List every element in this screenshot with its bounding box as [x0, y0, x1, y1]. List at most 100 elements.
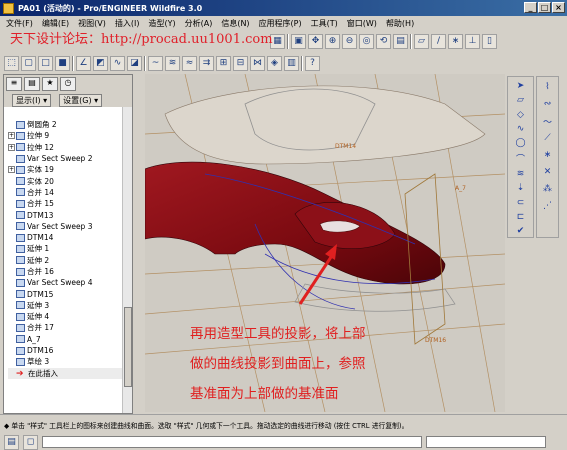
selection-icon[interactable]: ◻ [23, 434, 38, 450]
menu-info[interactable]: 信息(N) [221, 18, 249, 29]
check-ok-icon[interactable]: ✔ [513, 226, 529, 237]
expand-toggle-icon[interactable]: + [8, 166, 15, 174]
maximize-button[interactable]: □ [538, 2, 551, 13]
spin-center-icon[interactable]: ✥ [308, 33, 323, 49]
spline-icon[interactable]: ∾ [540, 97, 556, 111]
tree-item[interactable]: DTM16 [8, 345, 126, 356]
shading-icon[interactable]: ■ [55, 55, 70, 71]
curve-through-icon[interactable]: 〜 [540, 114, 556, 128]
internal-plane-icon[interactable]: ◇ [513, 109, 529, 120]
menu-help[interactable]: 帮助(H) [386, 18, 414, 29]
tree-item[interactable]: 延伸 1 [8, 243, 126, 254]
style-trim-icon[interactable]: ⊞ [216, 55, 231, 71]
wireframe-icon[interactable]: ⬚ [4, 55, 19, 71]
tree-item[interactable]: + 实体 19 [8, 164, 126, 175]
curve-icon[interactable]: ∿ [110, 55, 125, 71]
message-log-icon[interactable]: ▤ [4, 434, 19, 450]
menu-edit[interactable]: 编辑(E) [42, 18, 69, 29]
menu-style[interactable]: 造型(Y) [148, 18, 175, 29]
style-surface-icon[interactable]: ≋ [165, 55, 180, 71]
arc-icon[interactable]: ⌒ [513, 152, 529, 165]
expand-toggle-icon[interactable]: + [8, 143, 15, 151]
surface-icon[interactable]: ◩ [93, 55, 108, 71]
zoom-out-icon[interactable]: ⊖ [342, 33, 357, 49]
tree-item[interactable]: DTM13 [8, 209, 126, 220]
active-plane-icon[interactable]: ▱ [513, 94, 529, 105]
no-hidden-icon[interactable]: □ [38, 55, 53, 71]
tree-item[interactable]: 延伸 4 [8, 311, 126, 322]
menu-view[interactable]: 视图(V) [78, 18, 106, 29]
create-curve-icon[interactable]: ∿ [513, 123, 529, 134]
model-tree-tab-icon[interactable]: ≡ [6, 77, 22, 91]
style-connect-icon[interactable]: ⊟ [233, 55, 248, 71]
datum-axes-icon[interactable]: / [431, 33, 446, 49]
circle-icon[interactable]: ◯ [513, 138, 529, 149]
reorient-icon[interactable]: ⟲ [376, 33, 391, 49]
folder-tab-icon[interactable]: ▤ [24, 77, 40, 91]
expand-toggle-icon[interactable]: + [8, 132, 15, 140]
style-mirror-icon[interactable]: ⋈ [250, 55, 265, 71]
tree-item[interactable]: 实体 20 [8, 175, 126, 186]
cross-icon[interactable]: ✕ [540, 165, 556, 179]
menu-tools[interactable]: 工具(T) [311, 18, 338, 29]
tree-item[interactable]: Var Sect Sweep 3 [8, 221, 126, 232]
tree-item[interactable]: 倒圆角 2 [8, 119, 126, 130]
annotations-icon[interactable]: ▯ [482, 33, 497, 49]
tree-item[interactable]: 延伸 3 [8, 300, 126, 311]
tree-item[interactable]: Var Sect Sweep 4 [8, 277, 126, 288]
sketch-curve-right-icon[interactable]: ⌇ [540, 80, 556, 94]
tree-item[interactable]: 合并 15 [8, 198, 126, 209]
show-dropdown[interactable]: 显示(I) ▾ [12, 93, 52, 107]
tree-item[interactable]: 草绘 3 [8, 356, 126, 367]
refit-icon[interactable]: ◎ [359, 33, 374, 49]
cos-icon[interactable]: ⊂ [513, 197, 529, 208]
menu-insert[interactable]: 插入(I) [115, 18, 140, 29]
saved-views-icon[interactable]: ▤ [393, 33, 408, 49]
edit-curve-icon[interactable]: ≋ [513, 168, 529, 179]
style-analysis-icon[interactable]: ◈ [267, 55, 282, 71]
style-project-icon[interactable]: ⇉ [199, 55, 214, 71]
tree-scrollbar[interactable] [122, 107, 132, 413]
style-shade-icon[interactable]: ▥ [284, 55, 299, 71]
datum-icon[interactable]: ◪ [127, 55, 142, 71]
datum-planes-icon[interactable]: ▱ [414, 33, 429, 49]
tree-item[interactable]: + 拉伸 9 [8, 130, 126, 141]
point-icon[interactable]: ∗ [540, 148, 556, 162]
scrollbar-thumb[interactable] [124, 307, 132, 387]
menu-analysis[interactable]: 分析(A) [185, 18, 213, 29]
close-button[interactable]: × [552, 2, 565, 13]
datum-point-right-icon[interactable]: ⁂ [540, 182, 556, 196]
tree-item[interactable]: 延伸 2 [8, 255, 126, 266]
offset-curve-icon[interactable]: ⊏ [513, 211, 529, 222]
datum-points-icon[interactable]: ∗ [448, 33, 463, 49]
tree-item[interactable]: 合并 14 [8, 187, 126, 198]
select-arrow-icon[interactable]: ➤ [513, 80, 529, 91]
insert-here-marker[interactable]: ➔ 在此插入 [8, 367, 126, 379]
style-curve-icon[interactable]: ~ [148, 55, 163, 71]
curve-red-icon[interactable]: ⟋ [540, 131, 556, 145]
tree-item[interactable]: DTM15 [8, 288, 126, 299]
menu-applications[interactable]: 应用程序(P) [259, 18, 302, 29]
minimize-button[interactable]: _ [524, 2, 537, 13]
favorites-tab-icon[interactable]: ★ [42, 77, 58, 91]
style-edit-icon[interactable]: ≈ [182, 55, 197, 71]
tree-item[interactable]: DTM14 [8, 232, 126, 243]
hidden-line-icon[interactable]: ▢ [21, 55, 36, 71]
repaint-icon[interactable]: ▣ [291, 33, 306, 49]
menu-window[interactable]: 窗口(W) [347, 18, 377, 29]
coord-sys-icon[interactable]: ⊥ [465, 33, 480, 49]
tree-item[interactable]: Var Sect Sweep 2 [8, 153, 126, 164]
drop-curve-icon[interactable]: ⇣ [513, 182, 529, 193]
tree-item[interactable]: 合并 16 [8, 266, 126, 277]
zoom-in-icon[interactable]: ⊕ [325, 33, 340, 49]
menu-file[interactable]: 文件(F) [6, 18, 33, 29]
history-tab-icon[interactable]: ◷ [60, 77, 76, 91]
dashed-line-icon[interactable]: ⋰ [540, 199, 556, 213]
tree-item[interactable]: A_7 [8, 334, 126, 345]
tree-item[interactable]: 合并 17 [8, 322, 126, 333]
settings-dropdown[interactable]: 设置(G) ▾ [59, 93, 103, 107]
filter-field[interactable] [426, 436, 546, 448]
tree-item[interactable]: + 拉伸 12 [8, 142, 126, 153]
whats-this-icon[interactable]: ? [305, 55, 320, 71]
sketch-curve-icon[interactable]: ∠ [76, 55, 91, 71]
